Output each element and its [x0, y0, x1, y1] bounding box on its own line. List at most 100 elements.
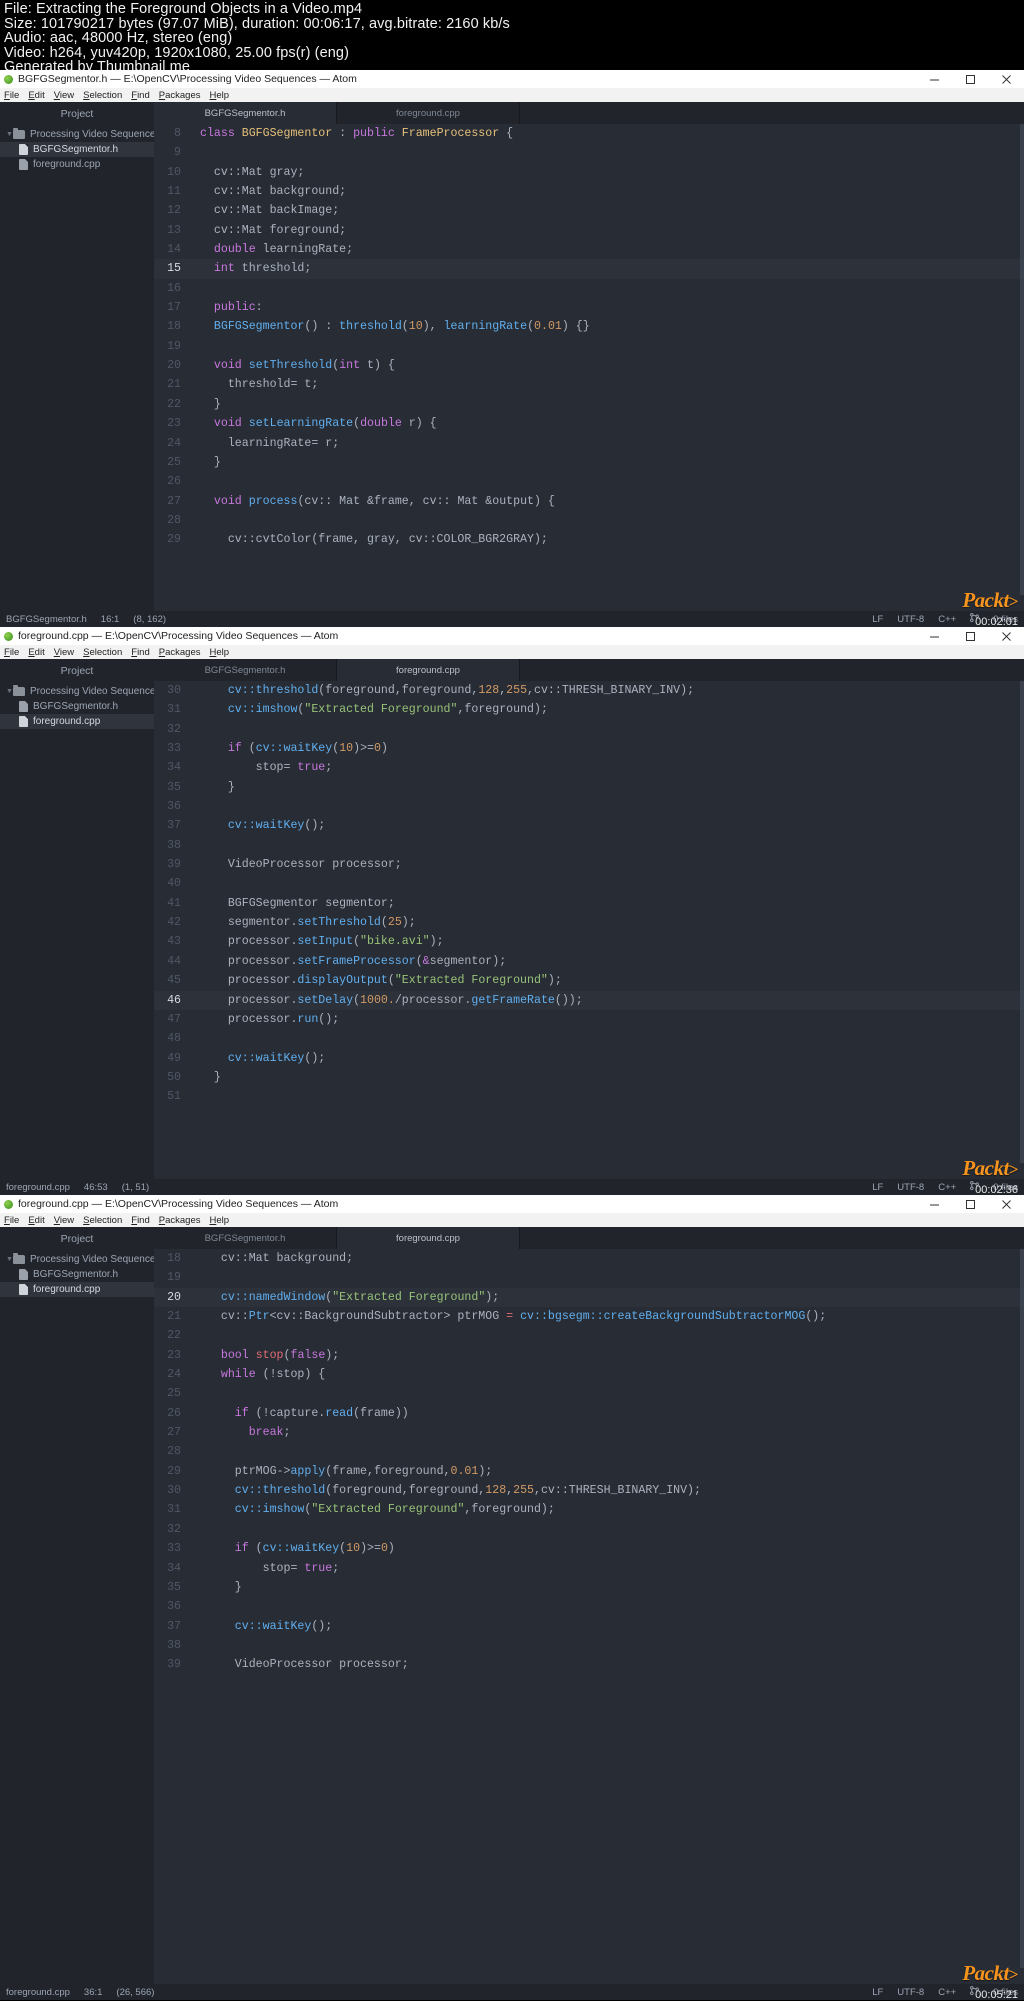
code-line: 22	[154, 1326, 1024, 1345]
tree-root-folder[interactable]: ▼ Processing Video Sequences	[0, 1252, 160, 1267]
menu-item-help[interactable]: Help	[209, 90, 229, 101]
menu-item-view[interactable]: View	[54, 1215, 74, 1226]
line-number: 28	[167, 513, 181, 527]
line-number: 32	[167, 722, 181, 736]
close-icon[interactable]	[988, 1195, 1024, 1213]
status-encoding[interactable]: UTF-8	[897, 1182, 924, 1193]
menu-item-edit[interactable]: Edit	[28, 90, 44, 101]
tree-file-bgfgsegmentor-h[interactable]: BGFGSegmentor.h	[0, 699, 154, 714]
status-grammar[interactable]: C++	[938, 1987, 956, 1998]
line-number: 48	[167, 1032, 181, 1046]
status-line-ending[interactable]: LF	[872, 1987, 883, 1998]
tree-file-foreground-cpp[interactable]: foreground.cpp	[0, 714, 154, 729]
minimize-icon[interactable]	[916, 627, 952, 645]
menu-item-view[interactable]: View	[54, 90, 74, 101]
code-line: 27 void process(cv:: Mat &frame, cv:: Ma…	[154, 492, 1024, 511]
menu-item-packages[interactable]: Packages	[159, 90, 201, 101]
menu-item-find[interactable]: Find	[131, 647, 150, 658]
line-number: 35	[167, 1580, 181, 1594]
line-source: }	[200, 1580, 242, 1594]
menu-item-packages[interactable]: Packages	[159, 647, 201, 658]
line-number: 24	[167, 436, 181, 450]
status-cursor-position[interactable]: 46:53	[84, 1182, 108, 1193]
tree-file-foreground-cpp[interactable]: foreground.cpp	[0, 1282, 154, 1297]
menu-item-help[interactable]: Help	[209, 647, 229, 658]
status-line-ending[interactable]: LF	[872, 1182, 883, 1193]
editor-scrollbar[interactable]	[1020, 124, 1024, 595]
code-line: 37 cv::waitKey();	[154, 816, 1024, 835]
status-encoding[interactable]: UTF-8	[897, 1987, 924, 1998]
code-viewport[interactable]: 30 cv::threshold(foreground,foreground,1…	[154, 681, 1024, 1179]
editor-scrollbar[interactable]	[1020, 681, 1024, 1163]
menu-item-view[interactable]: View	[54, 647, 74, 658]
menu-item-help[interactable]: Help	[209, 1215, 229, 1226]
line-number: 36	[167, 800, 181, 814]
code-line: 42 segmentor.setThreshold(25);	[154, 913, 1024, 932]
minimize-icon[interactable]	[916, 70, 952, 88]
menu-item-find[interactable]: Find	[131, 90, 150, 101]
tree-file-bgfgsegmentor-h[interactable]: BGFGSegmentor.h	[0, 1267, 154, 1282]
menu-item-packages[interactable]: Packages	[159, 1215, 201, 1226]
status-cursor-position[interactable]: 36:1	[84, 1987, 103, 1998]
tab-foreground-cpp[interactable]: foreground.cpp	[337, 102, 520, 124]
line-number: 9	[174, 146, 181, 160]
line-source: break;	[248, 1426, 291, 1440]
atom-window-2: foreground.cpp — E:\OpenCV\Processing Vi…	[0, 627, 1024, 1196]
code-line: 35 }	[154, 1578, 1024, 1597]
line-source	[190, 143, 200, 162]
code-line: 39 VideoProcessor processor;	[154, 1655, 1024, 1674]
status-filename[interactable]: BGFGSegmentor.h	[6, 614, 87, 625]
tree-file-foreground-cpp[interactable]: foreground.cpp	[0, 157, 154, 172]
menu-bar: File Edit View Selection Find Packages Help	[0, 645, 1024, 659]
chevron-down-icon[interactable]: ▼	[6, 688, 13, 695]
menu-item-selection[interactable]: Selection	[83, 647, 122, 658]
menu-item-file[interactable]: File	[4, 90, 19, 101]
menu-item-file[interactable]: File	[4, 1215, 19, 1226]
status-filename[interactable]: foreground.cpp	[6, 1987, 70, 1998]
line-number: 33	[167, 742, 181, 756]
status-bar: BGFGSegmentor.h 16:1 (8, 162) LF UTF-8 C++ 0 f…	[0, 611, 1024, 627]
minimize-icon[interactable]	[916, 1195, 952, 1213]
menu-item-edit[interactable]: Edit	[28, 1215, 44, 1226]
code-line: 41 BGFGSegmentor segmentor;	[154, 894, 1024, 913]
line-number: 21	[167, 378, 181, 392]
line-source: cv::imshow("Extracted Foreground",foregr…	[227, 703, 548, 717]
close-icon[interactable]	[988, 627, 1024, 645]
close-icon[interactable]	[988, 70, 1024, 88]
status-grammar[interactable]: C++	[938, 1182, 956, 1193]
file-icon	[19, 716, 28, 727]
code-viewport[interactable]: 8 class BGFGSegmentor : public FrameProce…	[154, 124, 1024, 611]
editor-scrollbar[interactable]	[1020, 1249, 1024, 1968]
menu-item-find[interactable]: Find	[131, 1215, 150, 1226]
line-source: }	[200, 1070, 221, 1084]
tab-bgfgsegmentor-h[interactable]: BGFGSegmentor.h	[154, 102, 337, 124]
tree-root-folder[interactable]: ▼ Processing Video Sequences	[0, 127, 160, 142]
chevron-down-icon[interactable]: ▼	[6, 131, 13, 138]
status-filename[interactable]: foreground.cpp	[6, 1182, 70, 1193]
atom-window-1: BGFGSegmentor.h — E:\OpenCV\Processing V…	[0, 70, 1024, 628]
menu-item-selection[interactable]: Selection	[83, 1215, 122, 1226]
status-cursor-position[interactable]: 16:1	[101, 614, 120, 625]
menu-item-edit[interactable]: Edit	[28, 647, 44, 658]
tabbar-filler	[520, 102, 1024, 124]
tree-root-folder[interactable]: ▼ Processing Video Sequences	[0, 684, 160, 699]
maximize-icon[interactable]	[952, 70, 988, 88]
line-number: 46	[167, 993, 181, 1007]
maximize-icon[interactable]	[952, 1195, 988, 1213]
window-title: foreground.cpp — E:\OpenCV\Processing Vi…	[18, 1198, 339, 1210]
tab-bgfgsegmentor-h[interactable]: BGFGSegmentor.h	[154, 659, 337, 681]
tab-bgfgsegmentor-h[interactable]: BGFGSegmentor.h	[154, 1227, 337, 1249]
status-line-ending[interactable]: LF	[872, 614, 883, 625]
status-encoding[interactable]: UTF-8	[897, 614, 924, 625]
menu-item-selection[interactable]: Selection	[83, 90, 122, 101]
maximize-icon[interactable]	[952, 627, 988, 645]
code-viewport[interactable]: 18 cv::Mat background; 19 20 cv::namedWind…	[154, 1249, 1024, 1984]
tab-foreground-cpp[interactable]: foreground.cpp	[337, 659, 520, 681]
code-line: 13 cv::Mat foreground;	[154, 221, 1024, 240]
tab-foreground-cpp[interactable]: foreground.cpp	[337, 1227, 520, 1249]
status-grammar[interactable]: C++	[938, 614, 956, 625]
tree-file-bgfgsegmentor-h[interactable]: BGFGSegmentor.h	[0, 142, 154, 157]
chevron-down-icon[interactable]: ▼	[6, 1256, 13, 1263]
line-source: cv::Mat background;	[200, 185, 347, 199]
menu-item-file[interactable]: File	[4, 647, 19, 658]
